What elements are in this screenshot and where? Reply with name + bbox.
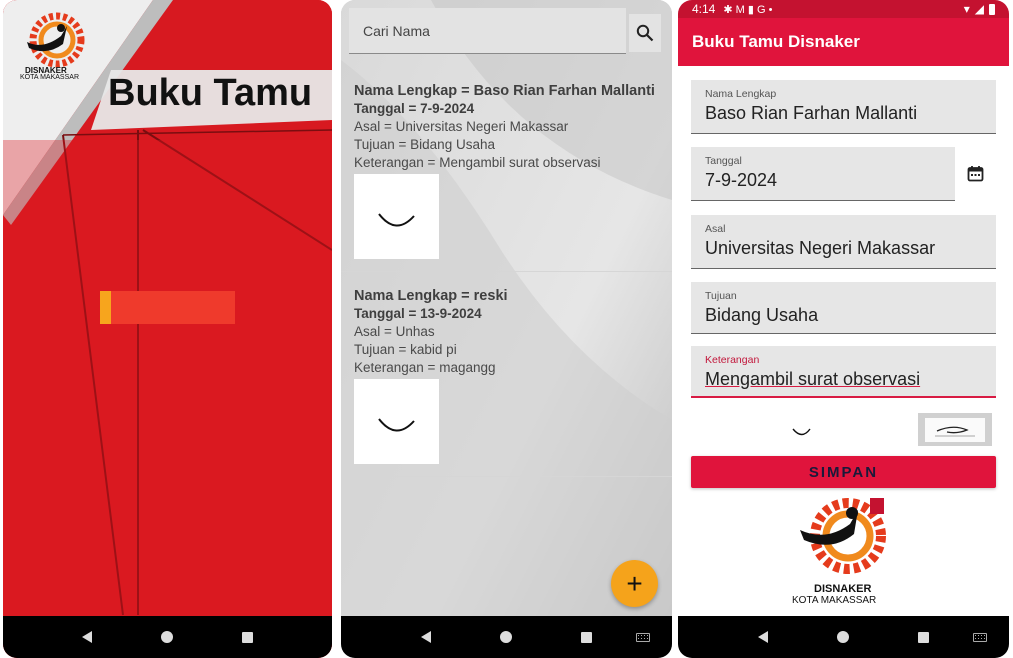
add-icon: + — [626, 567, 643, 599]
signature-image — [354, 379, 439, 464]
logo-text-kota: KOTA MAKASSAR — [792, 595, 877, 606]
signature-thumbnail — [935, 426, 975, 436]
disnaker-logo — [800, 498, 886, 574]
navigation-bar — [678, 616, 1009, 658]
origin-field-value[interactable]: Universitas Negeri Makassar — [705, 238, 982, 259]
entry-origin: Asal = Unhas — [354, 324, 435, 339]
app-bar: Buku Tamu Disnaker — [678, 18, 1009, 66]
navigation-bar — [341, 616, 672, 658]
entry-origin: Asal = Universitas Negeri Makassar — [354, 119, 569, 134]
app-title: Buku Tamu — [108, 72, 313, 114]
signature-preview[interactable] — [918, 413, 992, 446]
wifi-icon: ▾ — [963, 2, 970, 16]
save-button[interactable]: SIMPAN — [691, 456, 996, 488]
signature-image — [354, 174, 439, 259]
purpose-field-label: Tujuan — [705, 290, 737, 302]
calendar-icon[interactable] — [967, 165, 984, 182]
back-icon[interactable] — [82, 631, 93, 643]
status-right-icons: ▾ ◢ — [964, 2, 995, 16]
splash-screen: DISNAKER KOTA MAKASSAR Buku Tamu — [3, 0, 332, 658]
note-field-label: Keterangan — [705, 354, 760, 366]
guest-list-screen: Nama Lengkap = Baso Rian Farhan Mallanti… — [341, 0, 672, 658]
home-icon[interactable] — [499, 631, 512, 643]
loading-progress-fill — [100, 291, 111, 324]
divider — [341, 271, 672, 272]
logo-text-kota: KOTA MAKASSAR — [20, 74, 79, 81]
signature-stroke — [378, 418, 415, 432]
keyboard-icon[interactable] — [636, 633, 650, 642]
loading-progress-bar — [100, 291, 235, 324]
back-icon[interactable] — [757, 631, 768, 643]
keyboard-icon[interactable] — [973, 633, 987, 642]
entry-purpose: Tujuan = Bidang Usaha — [354, 137, 495, 152]
name-field[interactable]: Nama Lengkap Baso Rian Farhan Mallanti — [691, 80, 996, 134]
signature-pad[interactable] — [790, 424, 814, 438]
signal-icon: ◢ — [974, 2, 984, 16]
entry-date: Tanggal = 7-9-2024 — [354, 101, 475, 116]
purpose-field[interactable]: Tujuan Bidang Usaha — [691, 282, 996, 334]
signature-stroke — [378, 213, 415, 227]
recents-icon[interactable] — [918, 631, 930, 643]
home-icon[interactable] — [160, 631, 173, 643]
battery-icon — [989, 3, 995, 15]
notification-icons: ✱ M ▮ G • — [723, 3, 773, 16]
origin-field-label: Asal — [705, 223, 726, 235]
list-item[interactable]: Nama Lengkap = Baso Rian Farhan Mallanti… — [354, 82, 664, 259]
origin-field[interactable]: Asal Universitas Negeri Makassar — [691, 215, 996, 269]
entry-note: Keterangan = magangg — [354, 360, 496, 375]
note-field-value[interactable]: Mengambil surat observasi — [705, 369, 982, 390]
navigation-bar — [3, 616, 332, 658]
note-field[interactable]: Keterangan Mengambil surat observasi — [691, 346, 996, 398]
date-field-value[interactable]: 7-9-2024 — [705, 170, 941, 191]
entry-purpose: Tujuan = kabid pi — [354, 342, 457, 357]
date-field[interactable]: Tanggal 7-9-2024 — [691, 147, 955, 201]
entry-name: Nama Lengkap = reski — [354, 288, 508, 304]
back-icon[interactable] — [420, 631, 431, 643]
page-title: Buku Tamu Disnaker — [692, 32, 860, 51]
entry-note: Keterangan = Mengambil surat observasi — [354, 155, 601, 170]
status-bar: 4:14 ✱ M ▮ G • ▾ ◢ — [678, 0, 1009, 18]
entry-name: Nama Lengkap = Baso Rian Farhan Mallanti — [354, 83, 655, 99]
add-guest-button[interactable]: + — [611, 560, 658, 607]
logo-text-disnaker: DISNAKER — [814, 583, 872, 595]
entry-date: Tanggal = 13-9-2024 — [354, 306, 482, 321]
search-input[interactable] — [349, 8, 626, 53]
search-icon — [636, 24, 654, 42]
recents-icon[interactable] — [581, 631, 593, 643]
home-icon[interactable] — [836, 631, 849, 643]
search-button[interactable] — [629, 14, 661, 52]
date-field-label: Tanggal — [705, 155, 742, 167]
name-field-value[interactable]: Baso Rian Farhan Mallanti — [705, 103, 982, 124]
divider — [341, 476, 672, 477]
list-item[interactable]: Nama Lengkap = reski Tanggal = 13-9-2024… — [354, 287, 664, 464]
recents-icon[interactable] — [241, 631, 253, 643]
search-field[interactable] — [349, 8, 626, 54]
name-field-label: Nama Lengkap — [705, 88, 777, 100]
guest-form-screen: 4:14 ✱ M ▮ G • ▾ ◢ Buku Tamu Disnaker Na… — [678, 0, 1009, 658]
purpose-field-value[interactable]: Bidang Usaha — [705, 305, 982, 326]
status-time: 4:14 — [692, 2, 716, 16]
